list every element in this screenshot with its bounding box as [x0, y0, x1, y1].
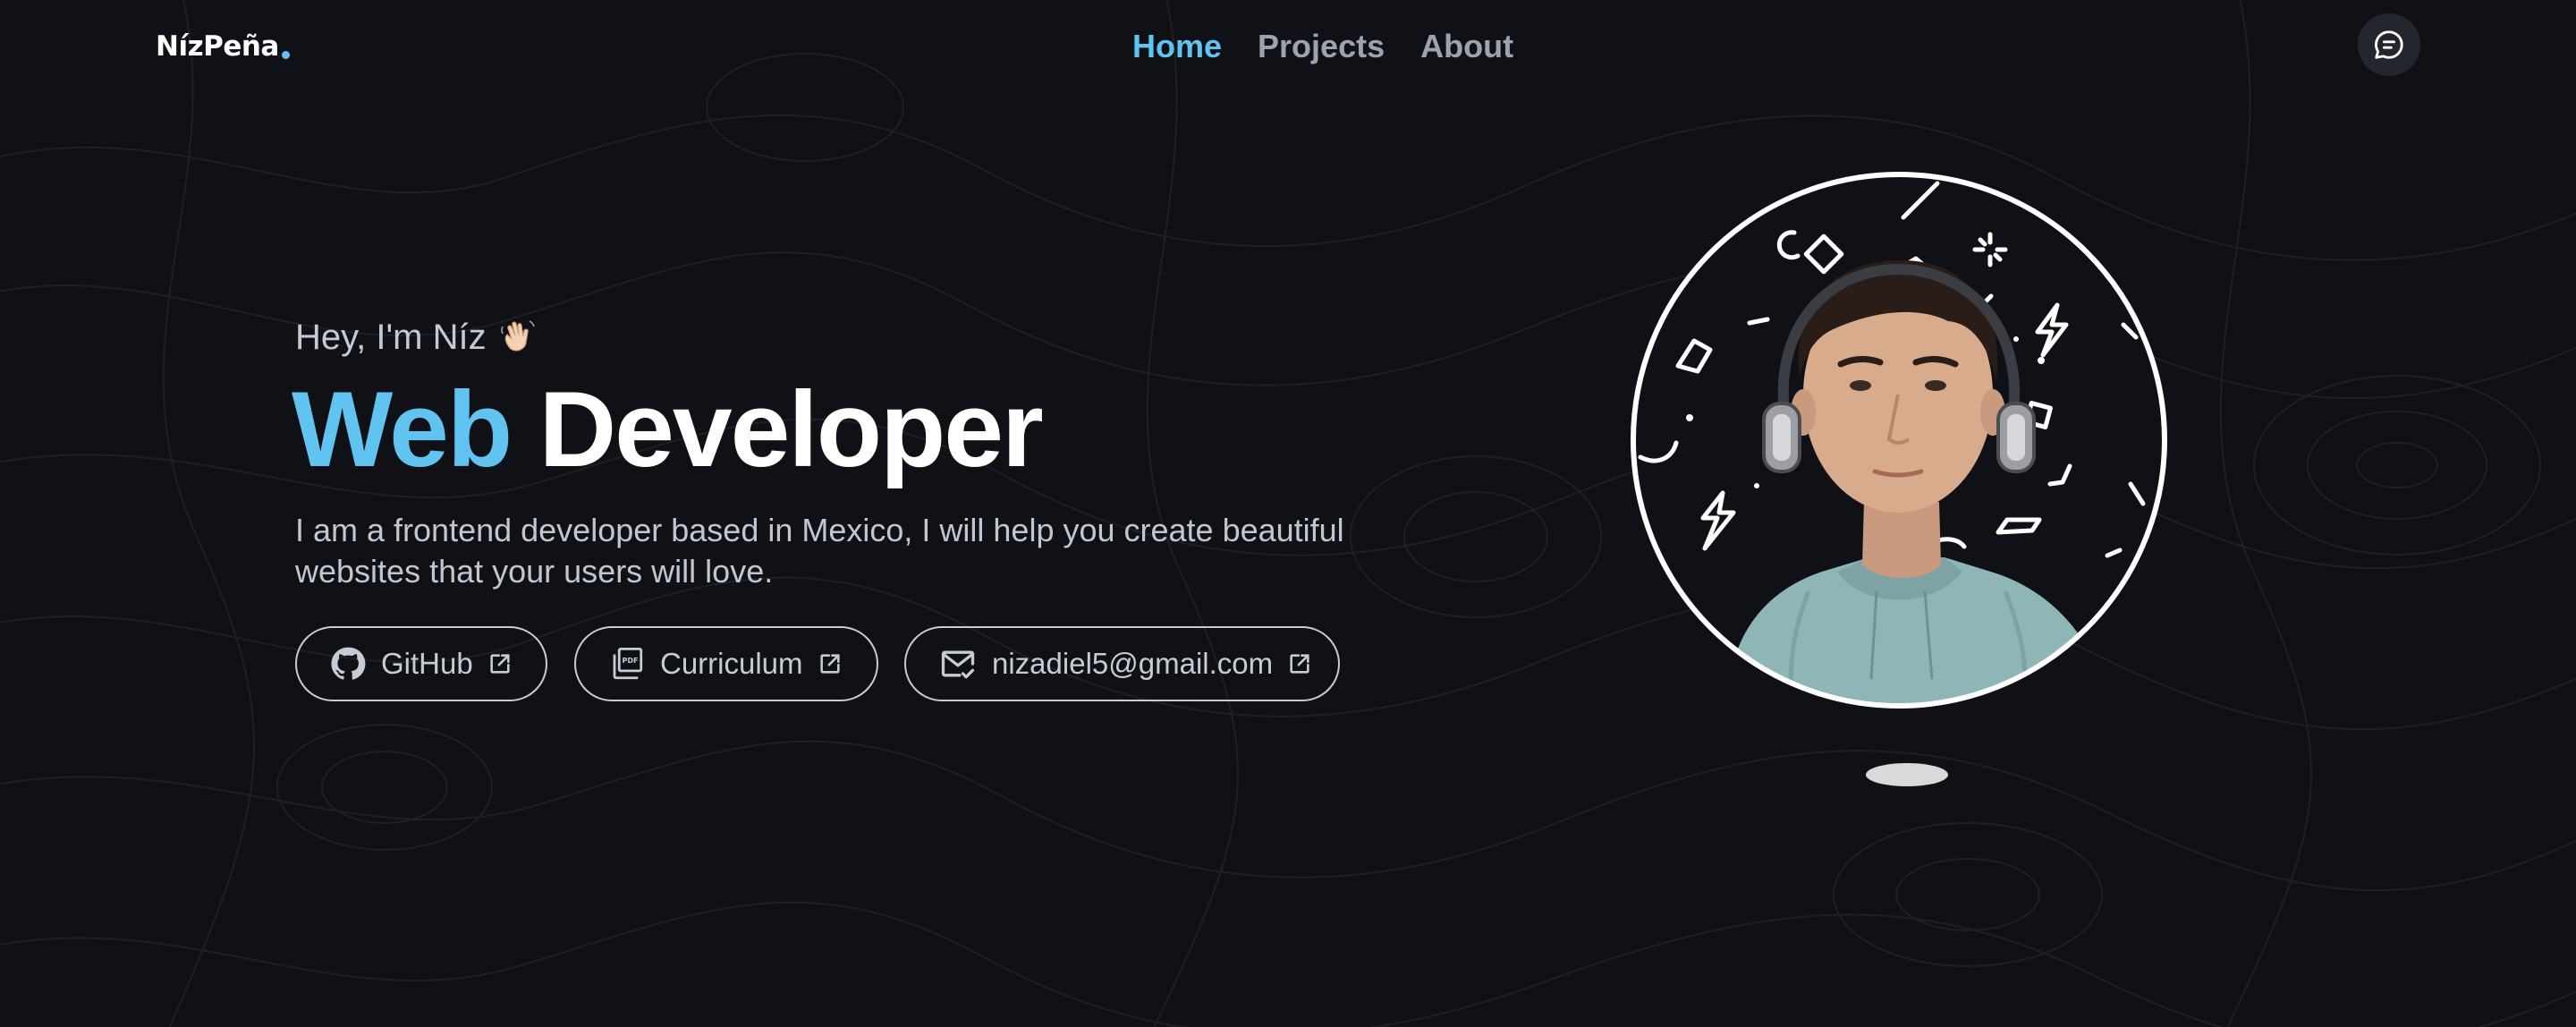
title-accent: Web — [292, 369, 513, 489]
chat-bubble-icon — [2375, 30, 2403, 59]
chat-button[interactable] — [2358, 13, 2420, 76]
pdf-icon: PDF — [613, 647, 643, 680]
logo-text: NízPeña — [156, 30, 279, 63]
page-title: Web Developer — [292, 367, 1044, 492]
svg-text:PDF: PDF — [622, 657, 638, 665]
external-link-icon — [819, 654, 840, 674]
nav-home[interactable]: Home — [1132, 28, 1222, 65]
site-logo[interactable]: NízPeña — [156, 27, 290, 66]
greeting: Hey, I'm Níz — [295, 313, 537, 361]
page: NízPeña Home Projects About Hey, I'm Níz… — [0, 0, 2576, 1027]
title-main: Developer — [538, 369, 1043, 489]
email-button[interactable]: nizadiel5@gmail.com — [904, 626, 1340, 701]
nav-projects[interactable]: Projects — [1258, 28, 1385, 65]
curriculum-button-label: Curriculum — [660, 647, 803, 680]
github-icon — [331, 647, 366, 680]
nav-about[interactable]: About — [1420, 28, 1513, 65]
github-button-label: GitHub — [381, 647, 473, 680]
greeting-text: Hey, I'm Níz — [295, 317, 487, 357]
hero-description: I am a frontend developer based in Mexic… — [295, 512, 1344, 590]
avatar-shadow — [1866, 763, 1948, 786]
external-link-icon — [490, 654, 510, 674]
mail-check-icon — [941, 650, 975, 679]
waving-hand-icon — [500, 320, 535, 352]
curriculum-button[interactable]: PDF Curriculum — [574, 626, 878, 701]
main-nav: Home Projects About — [1132, 23, 1513, 70]
logo-dot — [281, 50, 290, 59]
external-link-icon — [1290, 654, 1309, 674]
email-button-label: nizadiel5@gmail.com — [992, 647, 1274, 680]
github-button[interactable]: GitHub — [295, 626, 547, 701]
profile-avatar — [1631, 172, 2167, 709]
